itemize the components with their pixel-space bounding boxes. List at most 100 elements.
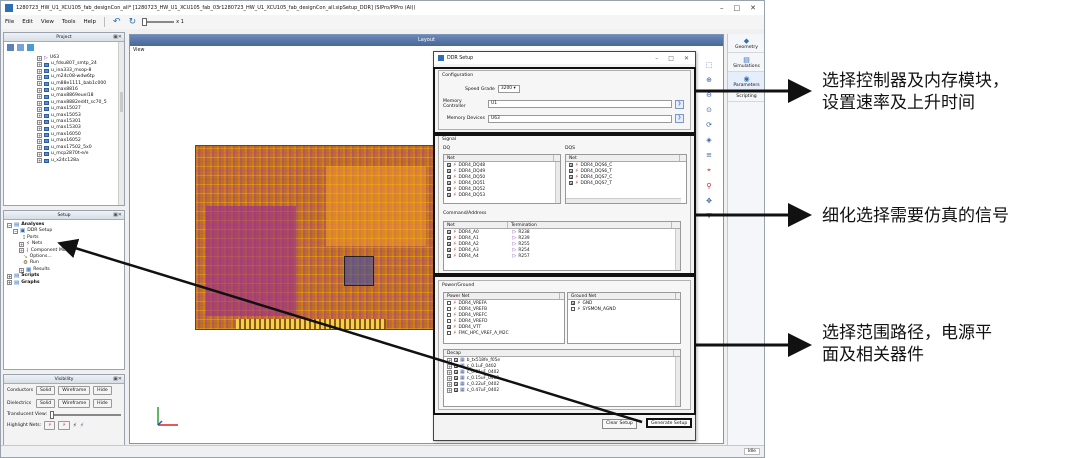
panel-close-icon[interactable]: ▣✕	[113, 212, 122, 218]
app-icon	[5, 4, 13, 12]
pcb-board[interactable]	[195, 145, 440, 330]
menu-file[interactable]: File	[5, 19, 14, 25]
translucent-slider[interactable]	[50, 410, 121, 419]
project-panel-header: Project ▣✕	[4, 33, 124, 42]
chip-icon	[44, 152, 49, 157]
generate-setup-button[interactable]: Generate Setup	[646, 418, 693, 428]
setup-tree: − ▤ Analyses − ▣ DDR Setup ⟟ Ports + ⚡ Nets + ⌇ C…	[4, 220, 124, 288]
dialog-maximize-icon[interactable]: □	[668, 55, 674, 62]
power-highlight	[433, 275, 696, 415]
zoom-out-icon[interactable]: ⊖	[697, 91, 721, 99]
undo-icon[interactable]: ↶	[113, 17, 121, 27]
pan-icon[interactable]: ✥	[697, 197, 721, 205]
annotation-power-line1: 选择范围路径，电源平	[822, 323, 992, 343]
status-idle: Idle	[743, 448, 760, 455]
graphs-icon: ▤	[14, 279, 20, 286]
tree-item-graphs[interactable]: + ▤ Graphs	[7, 280, 121, 286]
chip-icon	[44, 94, 49, 99]
geometry-tab[interactable]: ◆ Geometry	[728, 34, 764, 53]
chip-icon	[44, 88, 49, 93]
project-toolbar-icon[interactable]	[7, 44, 14, 51]
rotate-icon[interactable]: ⟳	[697, 121, 721, 129]
project-tree: + ▷ U63 + u_fdsu807_smtp_24 + u_ina333_msop-…	[4, 53, 124, 166]
select-tool-icon[interactable]: ⬚	[697, 61, 721, 69]
conductors-hide-button[interactable]: Hide	[93, 386, 112, 395]
scripting-tab[interactable]: Scripting	[728, 91, 764, 102]
project-toolbar-icon[interactable]	[17, 44, 24, 51]
dielectrics-hide-button[interactable]: Hide	[93, 399, 112, 408]
list-item[interactable]: + u_x24c128a	[7, 158, 121, 164]
highlight-net-alt-icon[interactable]: ⚡	[58, 421, 70, 430]
chip-icon	[44, 62, 49, 67]
chip-icon	[44, 133, 49, 138]
chip-icon	[44, 107, 49, 112]
chip-icon	[44, 139, 49, 144]
annotation-signal-text: 细化选择需要仿真的信号	[822, 206, 1009, 226]
app-window: 1280723_HW_U1_XCU105_fab_designCon_all* …	[0, 0, 765, 458]
conductors-row: Conductors Solid Wireframe Hide	[4, 384, 124, 397]
menu-view[interactable]: View	[41, 19, 54, 25]
axis-triad-icon	[157, 407, 178, 426]
menu-bar: File Edit View Tools Help ↶ ↻ x 1	[1, 15, 764, 29]
filter-icon[interactable]: ⧩	[697, 212, 721, 221]
right-side-panel: ◆ Geometry ▤ Simulations ◉ Parameters Scrip…	[727, 34, 764, 457]
view-cube-icon[interactable]: ◈	[697, 136, 721, 144]
geometry-icon: ◆	[743, 37, 750, 45]
signal-highlight	[433, 134, 696, 275]
refresh-icon[interactable]: ↻	[129, 17, 137, 27]
dialog-title: DDR Setup	[447, 55, 474, 61]
simulations-tab[interactable]: ▤ Simulations	[728, 53, 764, 72]
highlight-net-icon[interactable]: ⚡	[44, 421, 56, 430]
conductors-solid-button[interactable]: Solid	[36, 386, 56, 395]
highlight-row: Highlight Nets: ⚡ ⚡ ⚡ ⚡	[4, 419, 124, 432]
annotation-configuration-line1: 选择控制器及内存模块，	[822, 71, 1009, 91]
minimize-icon[interactable]: –	[720, 4, 724, 12]
chip-icon	[44, 101, 49, 106]
highlight-blue-icon[interactable]: ⚡	[80, 422, 84, 429]
close-icon[interactable]: ✕	[750, 4, 756, 12]
conductors-wireframe-button[interactable]: Wireframe	[58, 386, 91, 395]
simulations-icon: ▤	[743, 56, 750, 64]
chip-icon	[44, 158, 49, 163]
panel-close-icon[interactable]: ▣✕	[113, 34, 122, 40]
project-scrollbar[interactable]	[118, 42, 124, 205]
project-toolbar-icon[interactable]	[27, 44, 34, 51]
annotation-configuration-line2: 设置速率及上升时间	[822, 93, 975, 113]
chip-icon	[44, 113, 49, 118]
zoom-fit-icon[interactable]: ⊙	[697, 106, 721, 114]
measure-icon[interactable]: ⌖	[697, 166, 721, 175]
dialog-close-icon[interactable]: ✕	[684, 55, 689, 62]
layout-title: Layout	[418, 37, 435, 43]
dialog-minimize-icon[interactable]: –	[655, 55, 658, 62]
dielectrics-wireframe-button[interactable]: Wireframe	[58, 399, 91, 408]
menu-tools[interactable]: Tools	[62, 19, 76, 25]
zoom-in-icon[interactable]: ⊕	[697, 76, 721, 84]
ports-icon: ⟟	[23, 234, 26, 241]
menu-edit[interactable]: Edit	[22, 19, 33, 25]
highlight-black-icon[interactable]: ⚡	[73, 422, 77, 429]
translucent-label: Translucent View:	[7, 412, 48, 417]
maximize-icon[interactable]: □	[734, 4, 741, 12]
chip-icon	[44, 69, 49, 74]
chip-icon	[44, 81, 49, 86]
clear-setup-button[interactable]: Clear Setup	[602, 419, 637, 429]
dielectrics-solid-button[interactable]: Solid	[36, 399, 56, 408]
setup-panel-header: Setup ▣✕	[4, 211, 124, 220]
setup-panel-title: Setup	[57, 212, 71, 218]
zoom-slider[interactable]: x 1	[142, 18, 184, 26]
analyses-icon: ▤	[14, 222, 20, 228]
layer-icon[interactable]: ≡	[697, 151, 721, 159]
conductors-label: Conductors	[7, 388, 34, 393]
probe-icon[interactable]: ⚲	[697, 182, 721, 190]
dielectrics-label: Dielectrics	[7, 401, 32, 406]
translucent-row: Translucent View:	[4, 410, 124, 419]
menu-help[interactable]: Help	[84, 19, 97, 25]
parameters-tab[interactable]: ◉ Parameters	[728, 72, 764, 91]
annotation-power-line2: 面及相关器件	[822, 345, 924, 365]
annotation-signal: 细化选择需要仿真的信号	[822, 205, 1009, 227]
device-icon: ▷	[44, 55, 48, 61]
chip-icon	[44, 126, 49, 131]
panel-close-icon[interactable]: ▣✕	[113, 376, 122, 382]
highlight-label: Highlight Nets:	[7, 423, 42, 428]
view-toolbar: ⬚ ⊕ ⊖ ⊙ ⟳ ◈ ≡ ⌖ ⚲ ✥ ⧩	[697, 61, 721, 331]
